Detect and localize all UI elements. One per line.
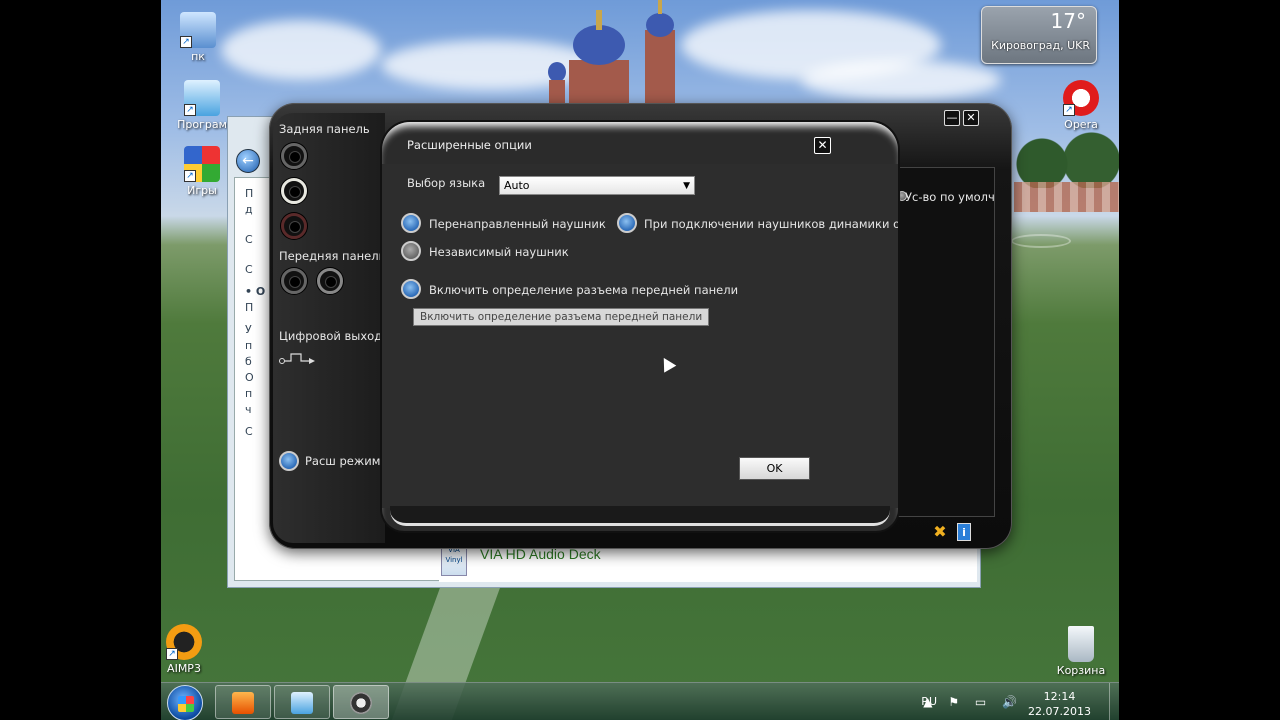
front-jack-detection-radio[interactable] bbox=[401, 279, 421, 299]
tooltip: Включить определение разъема передней па… bbox=[413, 308, 710, 326]
weather-gadget[interactable]: 17° Кировоград, UKR bbox=[981, 6, 1097, 64]
desktop-icon-label: AIMP3 bbox=[167, 662, 201, 675]
desktop-icon-aimp[interactable]: ↗ AIMP3 bbox=[161, 624, 219, 675]
deck-right-area bbox=[887, 167, 995, 517]
advanced-options-dialog: Расширенные опции ✕ Выбор языка Auto ▼ П… bbox=[382, 122, 898, 531]
weather-temperature: 17° bbox=[1050, 9, 1086, 33]
desktop-icon-opera[interactable]: ↗ Opera bbox=[1046, 80, 1116, 131]
taskbar-item-office[interactable] bbox=[215, 685, 271, 719]
desktop-icon-label: Корзина bbox=[1056, 664, 1106, 677]
front-jack-1[interactable] bbox=[281, 268, 307, 294]
independent-headphone-radio[interactable] bbox=[401, 241, 421, 261]
language-select[interactable]: Auto ▼ bbox=[499, 176, 695, 195]
digital-out-icon[interactable] bbox=[279, 351, 319, 367]
clock-time: 12:14 bbox=[1043, 690, 1076, 703]
cloud bbox=[801, 60, 1001, 100]
language-label: Выбор языка bbox=[407, 176, 486, 190]
rear-jack-2[interactable] bbox=[281, 178, 307, 204]
taskbar-item-audio-deck[interactable] bbox=[333, 685, 389, 719]
trees bbox=[1009, 128, 1119, 188]
recycle-bin-icon bbox=[1068, 626, 1094, 662]
desktop-icon-label: пк bbox=[191, 50, 205, 63]
desktop-icon-label: Програм bbox=[177, 118, 227, 131]
weather-city: Кировоград, UKR bbox=[991, 39, 1090, 52]
independent-headphone-label: Независимый наушник bbox=[429, 245, 569, 259]
desktop: ↗ пк ↗ Програм ↗ Игры ↗ AIMP3 ↗ Opera Ко… bbox=[161, 0, 1119, 720]
cloud bbox=[221, 20, 381, 80]
church-silhouette bbox=[548, 0, 675, 105]
language-select-value: Auto bbox=[504, 179, 530, 192]
audio-deck-icon bbox=[350, 692, 372, 714]
dialog-close-button[interactable]: ✕ bbox=[814, 137, 831, 154]
redirected-headphone-label: Перенаправленный наушник bbox=[429, 217, 606, 231]
clock[interactable]: 12:14 22.07.2013 bbox=[1028, 689, 1091, 719]
clock-date: 22.07.2013 bbox=[1028, 705, 1091, 718]
show-desktop-button[interactable] bbox=[1109, 683, 1119, 720]
start-button[interactable] bbox=[167, 685, 203, 720]
office-icon bbox=[232, 692, 254, 714]
opera-icon: ↗ bbox=[1063, 80, 1099, 116]
advanced-mode-label: Расш режим bbox=[305, 454, 381, 468]
mute-speakers-label: При подключении наушников динамики отклю… bbox=[644, 217, 898, 231]
aimp-icon: ↗ bbox=[166, 624, 202, 660]
front-jack-detection-label: Включить определение разъема передней па… bbox=[429, 283, 739, 297]
games-icon: ↗ bbox=[184, 146, 220, 182]
info-icon[interactable]: i bbox=[957, 523, 971, 541]
redirected-headphone-radio[interactable] bbox=[401, 213, 421, 233]
computer-icon: ↗ bbox=[180, 12, 216, 48]
fence bbox=[1014, 182, 1119, 212]
desktop-icon-recycle-bin[interactable]: Корзина bbox=[1046, 626, 1116, 677]
desktop-icon-label: Игры bbox=[187, 184, 217, 197]
close-button[interactable]: ✕ bbox=[963, 110, 979, 126]
tray-icons[interactable]: ▲ ⚑ ▭ 🔊 bbox=[923, 695, 1023, 709]
tools-icon[interactable]: ✖ bbox=[931, 523, 949, 541]
front-panel-label: Передняя панель bbox=[279, 249, 386, 263]
advanced-mode-radio[interactable] bbox=[279, 451, 299, 471]
taskbar-item-programs[interactable] bbox=[274, 685, 330, 719]
ok-button[interactable]: OK bbox=[739, 457, 810, 480]
desktop-icon-label: Opera bbox=[1064, 118, 1098, 131]
rear-jack-1[interactable] bbox=[281, 143, 307, 169]
mute-speakers-radio[interactable] bbox=[617, 213, 637, 233]
back-arrow-icon[interactable]: ← bbox=[236, 149, 260, 173]
front-jack-2[interactable] bbox=[317, 268, 343, 294]
chevron-down-icon: ▼ bbox=[683, 181, 690, 191]
taskbar: RU ▲ ⚑ ▭ 🔊 12:14 22.07.2013 bbox=[161, 682, 1119, 720]
dialog-bottom-edge bbox=[390, 506, 890, 526]
windows-logo-icon bbox=[178, 696, 194, 712]
default-device-label: Ус-во по умолч bbox=[905, 190, 995, 204]
system-tray: RU ▲ ⚑ ▭ 🔊 12:14 22.07.2013 bbox=[867, 687, 1107, 719]
programs-icon bbox=[291, 692, 313, 714]
minimize-button[interactable]: — bbox=[944, 110, 960, 126]
programs-icon: ↗ bbox=[184, 80, 220, 116]
field-circle bbox=[1011, 234, 1071, 248]
digital-out-label: Цифровой выход bbox=[279, 329, 383, 343]
dialog-title: Расширенные опции bbox=[407, 138, 532, 152]
dialog-body bbox=[382, 164, 898, 508]
desktop-icon-computer[interactable]: ↗ пк bbox=[163, 12, 233, 63]
rear-panel-label: Задняя панель bbox=[279, 122, 370, 136]
rear-jack-3[interactable] bbox=[281, 213, 307, 239]
